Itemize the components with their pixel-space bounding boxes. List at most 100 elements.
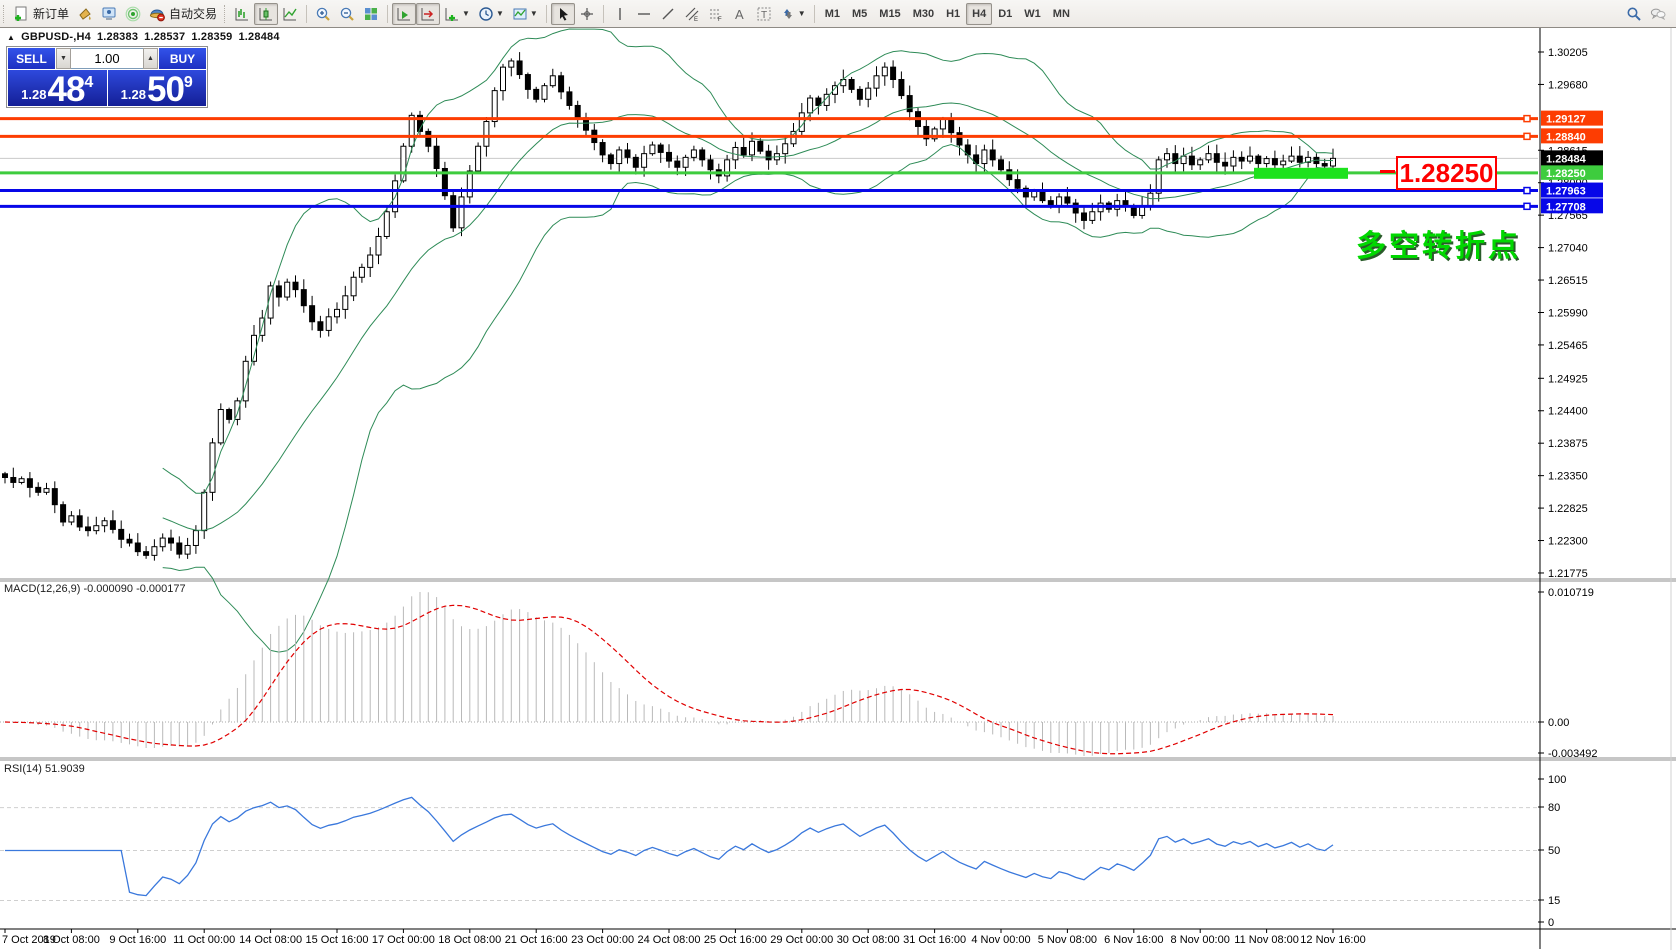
timeframe-mn[interactable]: MN xyxy=(1047,3,1076,25)
search-button[interactable] xyxy=(1622,3,1646,25)
svg-text:0: 0 xyxy=(1548,917,1554,929)
equidistant-channel-button[interactable]: E xyxy=(680,3,704,25)
new-order-label: 新订单 xyxy=(33,7,70,21)
text-label-button[interactable]: T xyxy=(752,3,776,25)
svg-text:1.24400: 1.24400 xyxy=(1548,406,1588,418)
timeframe-h1[interactable]: H1 xyxy=(940,3,966,25)
timeframe-m15[interactable]: M15 xyxy=(873,3,906,25)
one-click-trade-panel: SELL ▼ 1.00 ▲ BUY 1.28 48 4 1.28 50 9 xyxy=(6,46,208,108)
svg-text:1.29680: 1.29680 xyxy=(1548,79,1588,91)
svg-text:1.27963: 1.27963 xyxy=(1546,186,1586,198)
chart-canvas[interactable]: 1.302051.296801.286151.280901.275651.270… xyxy=(0,0,1676,950)
autotrade-button[interactable]: 自动交易 xyxy=(145,3,221,25)
svg-text:17 Oct 00:00: 17 Oct 00:00 xyxy=(372,934,435,946)
buy-price-point: 9 xyxy=(183,74,193,91)
timeframe-m1[interactable]: M1 xyxy=(819,3,846,25)
open-value: 1.28383 xyxy=(96,31,139,43)
trendline-icon xyxy=(662,8,674,19)
svg-text:12 Nov 16:00: 12 Nov 16:00 xyxy=(1300,934,1365,946)
timeframe-m5[interactable]: M5 xyxy=(846,3,873,25)
shapes-caret: ▼ xyxy=(797,9,806,18)
paint-bucket-icon xyxy=(79,7,91,20)
candlestick-chart-button[interactable] xyxy=(254,2,279,25)
line-chart-button[interactable] xyxy=(278,3,302,25)
turning-point-annotation[interactable]: 多空转折点 xyxy=(1356,221,1521,265)
vertical-line-icon xyxy=(619,7,621,20)
svg-text:0.010719: 0.010719 xyxy=(1548,587,1594,599)
volume-down-button[interactable]: ▼ xyxy=(56,48,71,69)
buy-button[interactable]: BUY xyxy=(159,48,206,69)
sell-price-box[interactable]: 1.28 48 4 xyxy=(8,70,107,109)
svg-text:F: F xyxy=(718,17,722,22)
crosshair-icon xyxy=(580,7,593,20)
timeframe-m30[interactable]: M30 xyxy=(907,3,940,25)
svg-text:8 Nov 00:00: 8 Nov 00:00 xyxy=(1171,934,1230,946)
tile-windows-button[interactable] xyxy=(359,3,383,25)
volume-up-button[interactable]: ▲ xyxy=(143,48,158,69)
community-icon xyxy=(102,7,116,20)
autoscroll-button[interactable] xyxy=(392,2,417,25)
text-a-icon: A xyxy=(735,7,744,22)
zoom-out-icon xyxy=(340,7,354,21)
price-badges: 1.29127 1.28840 1.28250 1.27963 1.27708 1.284… xyxy=(1541,110,1603,214)
horizontal-line-button[interactable] xyxy=(632,3,656,25)
buy-price-whole: 1.28 xyxy=(120,87,146,102)
line-chart-icon xyxy=(283,7,297,20)
trendline-button[interactable] xyxy=(656,3,680,25)
fibonacci-button[interactable]: F xyxy=(704,3,728,25)
new-order-button[interactable]: 新订单 xyxy=(9,3,73,25)
periods-button[interactable]: ▼ xyxy=(474,3,508,25)
svg-text:A: A xyxy=(735,7,744,22)
signals-button[interactable] xyxy=(121,3,145,25)
chat-button[interactable] xyxy=(1646,3,1670,25)
chat-icon xyxy=(1650,8,1666,20)
toolbar-separator xyxy=(545,4,547,23)
zoom-out-button[interactable] xyxy=(335,3,359,25)
text-label-icon: T xyxy=(757,7,771,21)
timeframe-w1[interactable]: W1 xyxy=(1018,3,1047,25)
sell-price-whole: 1.28 xyxy=(21,87,47,102)
timeframe-d1[interactable]: D1 xyxy=(992,3,1018,25)
crosshair-button[interactable] xyxy=(575,3,599,25)
buy-price-box[interactable]: 1.28 50 9 xyxy=(107,70,206,109)
vertical-line-button[interactable] xyxy=(608,3,632,25)
shapes-button[interactable]: ▼ xyxy=(776,3,810,25)
time-axis: 7 Oct 20198 Oct 08:00 9 Oct 16:00 11 Oct 0… xyxy=(2,929,1366,946)
svg-text:31 Oct 16:00: 31 Oct 16:00 xyxy=(903,934,966,946)
buy-price-pips: 50 xyxy=(146,70,185,109)
svg-text:24 Oct 08:00: 24 Oct 08:00 xyxy=(638,934,701,946)
zoom-in-icon xyxy=(316,7,330,21)
pivot-highlight-zone xyxy=(1254,167,1348,179)
new-order-icon xyxy=(15,6,27,21)
community-button[interactable] xyxy=(97,3,121,25)
collapse-triangle-icon[interactable]: ▲ xyxy=(7,33,15,42)
chart-shift-icon xyxy=(421,7,435,20)
svg-text:1.28250: 1.28250 xyxy=(1546,168,1586,180)
chart-shift-button[interactable] xyxy=(416,2,441,25)
timeframe-h4[interactable]: H4 xyxy=(966,2,993,25)
toolbar-separator xyxy=(387,4,389,23)
template-icon xyxy=(513,8,527,19)
svg-text:15 Oct 16:00: 15 Oct 16:00 xyxy=(306,934,369,946)
zoom-in-button[interactable] xyxy=(311,3,335,25)
svg-text:1.22300: 1.22300 xyxy=(1548,536,1588,548)
svg-text:1.27708: 1.27708 xyxy=(1546,201,1586,213)
svg-text:1.28484: 1.28484 xyxy=(1546,153,1587,165)
cursor-button[interactable] xyxy=(550,2,575,25)
styles-button[interactable] xyxy=(73,3,97,25)
svg-text:1.25465: 1.25465 xyxy=(1548,340,1588,352)
indicators-button[interactable]: ▼ xyxy=(440,3,474,25)
sell-price-pips: 48 xyxy=(47,70,85,109)
volume-input[interactable]: 1.00 xyxy=(71,48,143,69)
price-callout-box[interactable]: 1.28250 xyxy=(1380,156,1497,190)
svg-text:80: 80 xyxy=(1548,802,1560,814)
macd-layer xyxy=(0,592,1538,756)
periods-caret: ▼ xyxy=(495,9,504,18)
indicators-caret: ▼ xyxy=(462,9,470,18)
text-button[interactable]: A xyxy=(728,3,752,25)
sell-button[interactable]: SELL xyxy=(8,48,55,69)
autotrade-icon xyxy=(149,8,165,21)
templates-button[interactable]: ▼ xyxy=(508,3,542,25)
rsi-label: RSI(14) 51.9039 xyxy=(4,763,85,775)
bar-chart-button[interactable] xyxy=(230,3,254,25)
